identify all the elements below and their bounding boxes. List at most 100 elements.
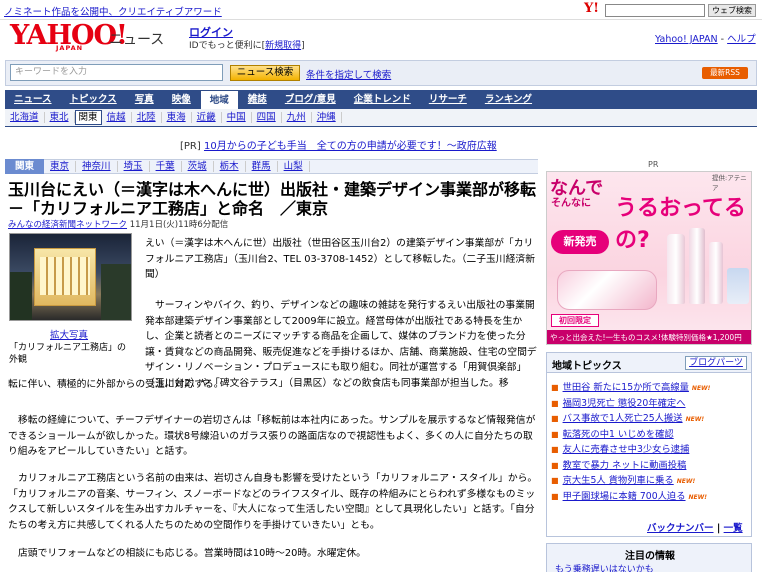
topic-link[interactable]: 友人に売春させ中3少女ら逮捕	[563, 444, 690, 455]
subnav-item[interactable]: 四国	[252, 112, 282, 123]
topic-link[interactable]: 転落死の中1 いじめを確認	[563, 429, 674, 440]
prefecture-item[interactable]: 山梨	[278, 161, 310, 172]
topics-list: ■ 世田谷 新たに15か所で高線量 NEW! ■ 福岡3児死亡 懲役20年確定へ ■ バ…	[551, 379, 749, 503]
list-item: ■ バス事故で1人死亡25人搬送 NEW!	[551, 410, 749, 426]
article-date: 11月1日(火)11時6分配信	[127, 220, 229, 230]
bullet-icon: ■	[551, 383, 559, 392]
subnav-item[interactable]: 中国	[222, 112, 252, 123]
tab-ranking[interactable]: ランキング	[476, 90, 541, 109]
article-paragraph-2-cont: 転に伴い、積極的に外部からの受注に対応する。	[8, 379, 224, 390]
topic-link[interactable]: 世田谷 新たに15か所で高線量	[563, 382, 689, 393]
web-search-button[interactable]: ウェブ検索	[708, 4, 756, 17]
bullet-icon: ■	[551, 460, 559, 470]
list-item: ■ 教室で暴力 ネットに動画投稿	[551, 457, 749, 473]
subnav-item-active[interactable]: 関東	[74, 110, 102, 125]
subnav-item[interactable]: 東海	[162, 112, 192, 123]
article-paragraph-3: 移転の経緯について、チーフデザイナーの岩切さんは「移転前は本社内にあった。サンプ…	[8, 415, 536, 457]
ad-bottom-banner: やっと出会えた!一生ものコスメ!体験特別価格★1,200円	[547, 330, 751, 344]
login-sub-prefix: IDでもっと便利に[	[189, 41, 266, 51]
prefecture-item[interactable]: 千葉	[150, 161, 182, 172]
yahoo-japan-link[interactable]: Yahoo! JAPAN	[655, 34, 718, 45]
backnumber-link[interactable]: バックナンバー	[647, 523, 714, 534]
new-icon: NEW!	[688, 493, 708, 501]
ad-new-badge: 新発売	[551, 230, 609, 254]
prefecture-item[interactable]: 東京	[44, 161, 77, 172]
service-name[interactable]: ニュース	[109, 29, 164, 49]
help-separator: -	[717, 34, 728, 45]
subnav-item[interactable]: 東北	[45, 112, 75, 123]
photo-building	[34, 248, 96, 306]
bullet-icon: ■	[551, 445, 559, 454]
web-search-input[interactable]	[605, 4, 705, 17]
prefecture-bar: 関東 東京 神奈川 埼玉 千葉 茨城 栃木 群馬 山梨	[5, 159, 538, 174]
prefecture-item[interactable]: 神奈川	[76, 161, 118, 172]
subnav-item[interactable]: 九州	[282, 112, 312, 123]
yahoo-mark-icon[interactable]: Y!	[584, 1, 599, 16]
list-item: ■ 世田谷 新たに15か所で高線量 NEW!	[551, 379, 749, 395]
tab-topics[interactable]: トピックス	[61, 90, 126, 109]
subnav-item[interactable]: 沖縄	[312, 112, 342, 123]
prefecture-item[interactable]: 埼玉	[118, 161, 150, 172]
region-subnav: 北海道 東北 関東 信越 北陸 東海 近畿 中国 四国 九州 沖縄	[5, 109, 757, 127]
cosmetics-ad[interactable]: なんで そんなに うるおってるの? 提供:アテニア 新発売 初回限定 やっと出会…	[546, 171, 752, 345]
attention-title: 注目の情報	[625, 551, 675, 562]
rss-button[interactable]: 最新RSS	[702, 67, 748, 79]
topic-link[interactable]: 教室で暴力 ネットに動画投稿	[563, 460, 687, 471]
ad-limited-label: 初回限定	[551, 314, 599, 327]
subnav-item[interactable]: 信越	[102, 112, 132, 123]
login-sub-suffix: ]	[301, 41, 305, 51]
advanced-search-link[interactable]: 条件を指定して検索	[306, 67, 391, 81]
news-search-button[interactable]: ニュース検索	[230, 65, 300, 81]
prefecture-item[interactable]: 群馬	[246, 161, 278, 172]
regional-topics-box: 地域トピックス ブログパーツ ■ 世田谷 新たに15か所で高線量 NEW! ■ 福岡3…	[546, 352, 752, 537]
register-link[interactable]: 新規取得	[265, 41, 301, 51]
tab-magazine[interactable]: 雑誌	[239, 90, 276, 109]
help-link[interactable]: ヘルプ	[727, 34, 756, 45]
ad-provider: 提供:アテニア	[712, 174, 747, 192]
yahoo-logo-sub: JAPAN	[56, 44, 84, 52]
prefecture-item[interactable]: 茨城	[182, 161, 214, 172]
tab-news[interactable]: ニュース	[5, 90, 61, 109]
tab-photos[interactable]: 写真	[126, 90, 163, 109]
ad-pouch-image	[557, 270, 657, 310]
subnav-item[interactable]: 北海道	[5, 112, 45, 123]
topics-header: 地域トピックス ブログパーツ	[547, 353, 751, 373]
prefecture-item[interactable]: 栃木	[214, 161, 246, 172]
ad-line-2: そんなに	[551, 198, 591, 209]
enlarge-photo-link[interactable]: 拡大写真	[50, 327, 88, 341]
article-headline: 玉川台にえい（＝漢字は木へんに世）出版社・建築デザイン事業部が移転－「カリフォル…	[8, 180, 537, 218]
subnav-item[interactable]: 近畿	[192, 112, 222, 123]
promo-link[interactable]: ノミネート作品を公開中、クリエイティブアワード	[4, 4, 222, 18]
news-search-input[interactable]: キーワードを入力	[10, 64, 223, 81]
topics-title: 地域トピックス	[552, 361, 622, 372]
pr-label: PR	[648, 160, 659, 169]
article-photo[interactable]	[9, 233, 132, 321]
pr-prefix: [PR]	[180, 141, 204, 152]
photo-tree-right	[101, 264, 131, 320]
list-link[interactable]: 一覧	[724, 523, 743, 534]
header-links: Yahoo! JAPAN - ヘルプ	[655, 31, 756, 45]
bullet-icon: ■	[551, 429, 559, 439]
pr-line: [PR] 10月からの子ども手当 全ての方の申請が必要です！～政府広報	[180, 137, 580, 152]
article-byline: みんなの経済新聞ネットワーク 11月1日(火)11時6分配信	[8, 218, 228, 230]
bullet-icon: ■	[551, 398, 559, 408]
attention-item[interactable]: もう乗務遅いはないかも	[555, 562, 654, 572]
topic-link[interactable]: 福岡3児死亡 懲役20年確定へ	[563, 398, 686, 409]
blog-parts-button[interactable]: ブログパーツ	[685, 356, 747, 370]
topic-link[interactable]: 京大生5人 貨物列車に乗る	[563, 475, 674, 486]
topic-link[interactable]: バス事故で1人死亡25人搬送	[563, 413, 683, 424]
prefecture-item-active[interactable]: 関東	[5, 159, 45, 174]
tab-research[interactable]: リサーチ	[420, 90, 476, 109]
tab-corporate[interactable]: 企業トレンド	[345, 90, 420, 109]
subnav-item[interactable]: 北陸	[132, 112, 162, 123]
tab-region[interactable]: 地域	[199, 90, 239, 109]
topic-link[interactable]: 甲子園球場に本籍 700人迫る	[563, 491, 686, 502]
main-nav: ニュース トピックス 写真 映像 地域 雑誌 ブログ/意見 企業トレンド リサー…	[5, 90, 757, 109]
bullet-icon: ■	[551, 414, 559, 423]
tab-blog[interactable]: ブログ/意見	[276, 90, 345, 109]
list-item: ■ 友人に売春させ中3少女ら逮捕	[551, 441, 749, 457]
tab-video[interactable]: 映像	[163, 90, 200, 109]
source-link[interactable]: みんなの経済新聞ネットワーク	[8, 220, 127, 230]
pr-link[interactable]: 10月からの子ども手当 全ての方の申請が必要です！～政府広報	[204, 141, 497, 152]
ad-bottle-image	[689, 228, 705, 304]
